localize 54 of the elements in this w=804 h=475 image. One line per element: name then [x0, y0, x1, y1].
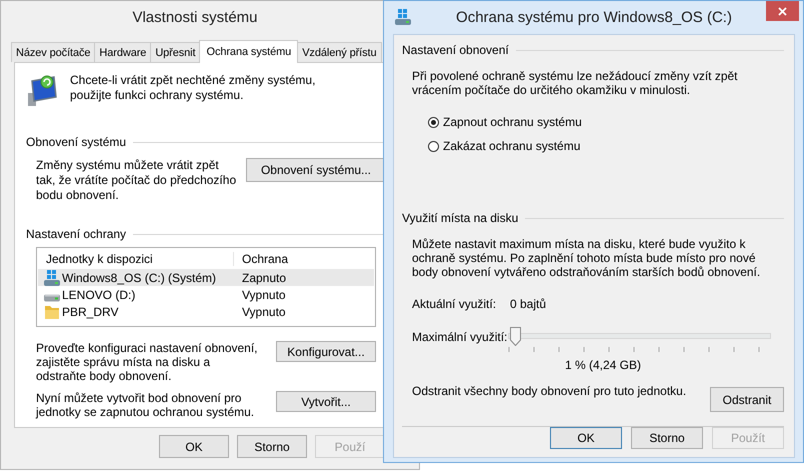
slider-thumb[interactable] [510, 327, 521, 346]
dialog-button[interactable]: OK [550, 427, 622, 449]
system-restore-button[interactable]: Obnovení systému... [246, 158, 386, 182]
drive-name: PBR_DRV [62, 304, 118, 318]
protection-status: Vypnuto [241, 288, 286, 302]
description-text: Při povolené ochraně systému lze nežádoucí změny vzít zpět vrácením počítače do určitého okamžiku v minulosti. [412, 69, 738, 97]
field-value: 0 bajtů [510, 297, 546, 311]
tab[interactable]: Název počítače [11, 42, 96, 62]
drive-name: Windows8_OS (C:) (Systém) [62, 270, 216, 284]
protection-status: Zapnuto [241, 270, 286, 284]
group-title: Nastavení ochrany [26, 227, 126, 241]
dialog-button[interactable]: Storno [631, 427, 703, 449]
description-text: Nyní můžete vytvořit bod obnovení pro jednotky se zapnutou ochranou systému. [36, 391, 256, 419]
group-title: Nastavení obnovení [402, 43, 509, 57]
action-button[interactable]: Vytvořit... [276, 391, 376, 412]
tab[interactable]: Hardware [94, 42, 152, 62]
dialog-button[interactable]: Storno [237, 435, 307, 458]
action-button[interactable]: Konfigurovat... [276, 341, 376, 362]
tab[interactable]: Ochrana systému [199, 40, 298, 63]
description-text: Odstranit všechny body obnovení pro tuto jednotku. [412, 384, 686, 398]
drive-row[interactable]: LENOVO (D:) Vypnuto [38, 286, 374, 303]
radio-button[interactable] [428, 116, 439, 128]
description-text: Proveďte konfiguraci nastavení obnovení, zajistěte správu místa na disku a odstraňte body obnovení. [36, 341, 258, 383]
close-icon [778, 6, 787, 16]
radio-label[interactable]: Zakázat ochranu systému [443, 139, 580, 153]
window-title: Vlastnosti systému [132, 9, 258, 26]
drive-icon [395, 9, 411, 25]
description-text: Můžete nastavit maximum místa na disku, které bude využito k ochraně systému. Po zaplnění tohoto místa bude místo pro nové body obnovení vytvářeno odstraňováním starších bodů obnovení. [412, 237, 762, 279]
intro-text: Chcete-li vrátit zpět nechtěné změny systému, použijte funkci ochrany systému. [70, 73, 316, 103]
protection-status: Vypnuto [241, 304, 286, 318]
usage-slider[interactable] [508, 327, 771, 347]
drive-name: LENOVO (D:) [62, 288, 136, 302]
close-button[interactable] [766, 1, 799, 21]
window-title: Ochrana systému pro Windows8_OS (C:) [456, 9, 732, 26]
radio-label[interactable]: Zapnout ochranu systému [443, 115, 582, 129]
drive-icon [44, 270, 60, 286]
column-header[interactable]: Ochrana [234, 252, 288, 266]
dialog-button[interactable]: OK [159, 435, 229, 458]
group-title: Využití místa na disku [402, 211, 518, 225]
radio-button[interactable] [428, 140, 439, 152]
group-title: Obnovení systému [26, 135, 126, 149]
description-text: Změny systému můžete vrátit zpět tak, že vrátíte počítač do předchozího bodu obnovení. [36, 158, 238, 203]
field-label: Maximální využití: [412, 330, 508, 344]
drive-icon [44, 294, 60, 302]
tab[interactable]: Upřesnit [150, 42, 200, 62]
field-label: Aktuální využití: [412, 297, 498, 311]
drive-row[interactable]: PBR_DRV Vypnuto [38, 303, 374, 320]
tab[interactable]: Vzdálený přístu [297, 42, 382, 62]
folder-icon [44, 304, 60, 320]
column-header[interactable]: Jednotky k dispozici [38, 252, 234, 266]
monitor-icon [26, 73, 60, 107]
drive-row[interactable]: Windows8_OS (C:) (Systém) Zapnuto [38, 269, 374, 286]
usage-reading: 1 % (4,24 GB) [564, 358, 642, 372]
delete-button[interactable]: Odstranit [710, 387, 784, 412]
